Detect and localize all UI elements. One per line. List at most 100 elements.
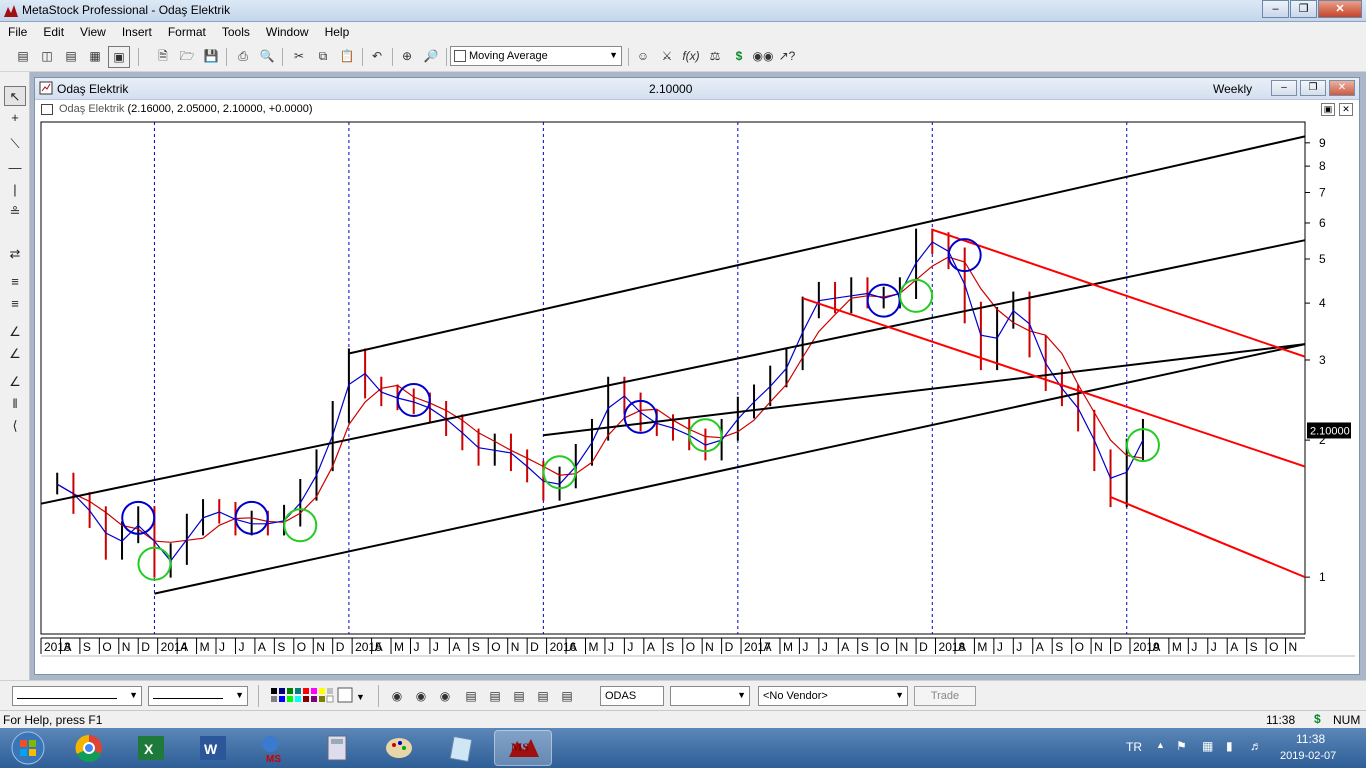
x-tick-label: N — [1289, 640, 1298, 654]
status-bar: For Help, press F1 11:38 $ NUM — [0, 710, 1366, 728]
x-tick-label: A — [1230, 640, 1238, 654]
crosshair-icon[interactable]: ⊕ — [396, 46, 418, 68]
cascade-icon[interactable]: ▤ — [12, 46, 34, 68]
taskbar-chrome-icon[interactable] — [60, 730, 118, 766]
pointer-tool-icon[interactable]: ↖ — [4, 86, 26, 106]
cycle-tool-icon[interactable]: ≗ — [4, 202, 26, 222]
arc-tool-icon[interactable]: ⟨ — [4, 416, 26, 436]
chart-type-icon-4[interactable]: ▤ — [532, 686, 554, 708]
power-icon[interactable]: ▦ — [1202, 739, 1213, 753]
start-button[interactable] — [4, 730, 52, 766]
formula-icon[interactable]: f(x) — [680, 46, 702, 68]
trendline-tool-icon[interactable]: ⟍ — [4, 134, 26, 154]
system-tester-icon[interactable]: ⚖ — [704, 46, 726, 68]
x-tick-label: S — [1055, 640, 1063, 654]
copy-icon[interactable]: ⧉ — [312, 46, 334, 68]
chrome-icon-3[interactable]: ◉ — [434, 686, 456, 708]
new-icon[interactable]: 🗎 — [152, 46, 174, 68]
chrome-icon-1[interactable]: ◉ — [386, 686, 408, 708]
print-preview-icon[interactable]: 🔍 — [256, 46, 278, 68]
clock-time[interactable]: 11:38 — [1296, 732, 1325, 746]
menu-edit[interactable]: Edit — [35, 22, 72, 42]
tile-horizontal-icon[interactable]: ▤ — [60, 46, 82, 68]
menu-view[interactable]: View — [72, 22, 114, 42]
menu-format[interactable]: Format — [160, 22, 214, 42]
horizontal-line-tool-icon[interactable]: — — [4, 158, 26, 178]
undo-icon[interactable]: ↶ — [366, 46, 388, 68]
indicator-select[interactable]: Moving Average ▼ — [450, 46, 622, 66]
clock-date[interactable]: 2019-02-07 — [1280, 750, 1336, 762]
taskbar-metastock-icon[interactable]: MS — [494, 730, 552, 766]
menu-tools[interactable]: Tools — [214, 22, 258, 42]
expert-advisor-icon[interactable]: ☺ — [632, 46, 654, 68]
gann-tool-icon[interactable]: ∠ — [4, 372, 26, 392]
language-indicator[interactable]: TR — [1126, 740, 1142, 754]
color-palette[interactable]: ▼ — [270, 686, 366, 706]
chrome-icon-2[interactable]: ◉ — [410, 686, 432, 708]
menu-help[interactable]: Help — [317, 22, 358, 42]
symbol-value: ODAS — [605, 690, 637, 702]
vertical-line-tool-icon[interactable]: | — [4, 180, 26, 200]
maximize-button[interactable]: ❐ — [1290, 0, 1317, 18]
trade-button[interactable]: Trade — [914, 686, 976, 706]
close-button[interactable]: ✕ — [1318, 0, 1362, 18]
taskbar-metastock-net-icon[interactable]: MS — [246, 730, 304, 766]
line-weight-select[interactable]: ▼ — [148, 686, 248, 706]
menu-window[interactable]: Window — [258, 22, 317, 42]
x-tick-label: O — [491, 640, 500, 654]
taskbar-paint-icon[interactable] — [370, 730, 428, 766]
open-folder-icon[interactable]: 🗁 — [176, 46, 198, 68]
menu-bar: File Edit View Insert Format Tools Windo… — [0, 22, 1366, 42]
print-icon[interactable]: ⎙ — [232, 46, 254, 68]
fan-tool-icon[interactable]: ∠ — [4, 322, 26, 342]
menu-file[interactable]: File — [0, 22, 35, 42]
tile-vertical-icon[interactable]: ◫ — [36, 46, 58, 68]
help-pointer-icon[interactable]: ↗? — [776, 46, 798, 68]
x-tick-label: N — [511, 640, 520, 654]
vendor-select[interactable]: <No Vendor> ▼ — [758, 686, 908, 706]
x-tick-label: J — [219, 640, 225, 654]
chart-type-icon-5[interactable]: ▤ — [556, 686, 578, 708]
title-bar: MetaStock Professional - Odaş Elektrik –… — [0, 0, 1366, 22]
paste-icon[interactable]: 📋 — [336, 46, 358, 68]
security-select[interactable]: ▼ — [670, 686, 750, 706]
chart-type-icon-2[interactable]: ▤ — [484, 686, 506, 708]
price-chart[interactable]: 1234567892.100002013A S O N D 2014A M J J A S O N D 20… — [35, 78, 1361, 676]
y-tick-label: 8 — [1319, 159, 1326, 173]
taskbar-excel-icon[interactable]: X — [122, 730, 180, 766]
explorer-icon[interactable]: ⚔ — [656, 46, 678, 68]
binoculars-icon[interactable]: ◉◉ — [752, 46, 774, 68]
line-style-select[interactable]: ▼ — [12, 686, 142, 706]
zoom-icon[interactable]: 🔎 — [420, 46, 442, 68]
retracement-tool-icon[interactable]: ≡ — [4, 294, 26, 314]
x-tick-label: N — [705, 640, 714, 654]
show-hidden-icons-icon[interactable]: ▲ — [1156, 740, 1165, 750]
crosshair-tool-icon[interactable]: + — [4, 108, 26, 128]
y-tick-label: 1 — [1319, 570, 1326, 584]
action-center-icon[interactable]: ⚑ — [1176, 739, 1187, 753]
taskbar-word-icon[interactable]: W — [184, 730, 242, 766]
tile-grid-icon[interactable]: ▦ — [84, 46, 106, 68]
dollar-icon[interactable]: $ — [728, 46, 750, 68]
chart-type-icon-3[interactable]: ▤ — [508, 686, 530, 708]
x-tick-label: M — [200, 640, 210, 654]
x-tick-label: A — [764, 640, 772, 654]
fibonacci-tool-icon[interactable]: ≡ — [4, 272, 26, 292]
taskbar-calculator-icon[interactable] — [308, 730, 366, 766]
save-icon[interactable]: 💾 — [200, 46, 222, 68]
x-tick-label: M — [977, 640, 987, 654]
fit-window-icon[interactable]: ▣ — [108, 46, 130, 68]
time-zones-tool-icon[interactable]: ‖ — [4, 394, 26, 414]
symbol-field[interactable]: ODAS — [600, 686, 664, 706]
volume-icon[interactable]: ♬ — [1250, 739, 1262, 753]
chevron-down-icon: ▼ — [235, 690, 244, 700]
taskbar-notes-icon[interactable] — [432, 730, 490, 766]
move-tool-icon[interactable]: ⇄ — [4, 244, 26, 264]
speed-lines-tool-icon[interactable]: ∠ — [4, 344, 26, 364]
minimize-button[interactable]: – — [1262, 0, 1289, 18]
chart-type-icon-1[interactable]: ▤ — [460, 686, 482, 708]
menu-insert[interactable]: Insert — [114, 22, 160, 42]
x-tick-label: A — [647, 640, 655, 654]
network-icon[interactable]: ▮ — [1226, 739, 1233, 753]
cut-icon[interactable]: ✂ — [288, 46, 310, 68]
